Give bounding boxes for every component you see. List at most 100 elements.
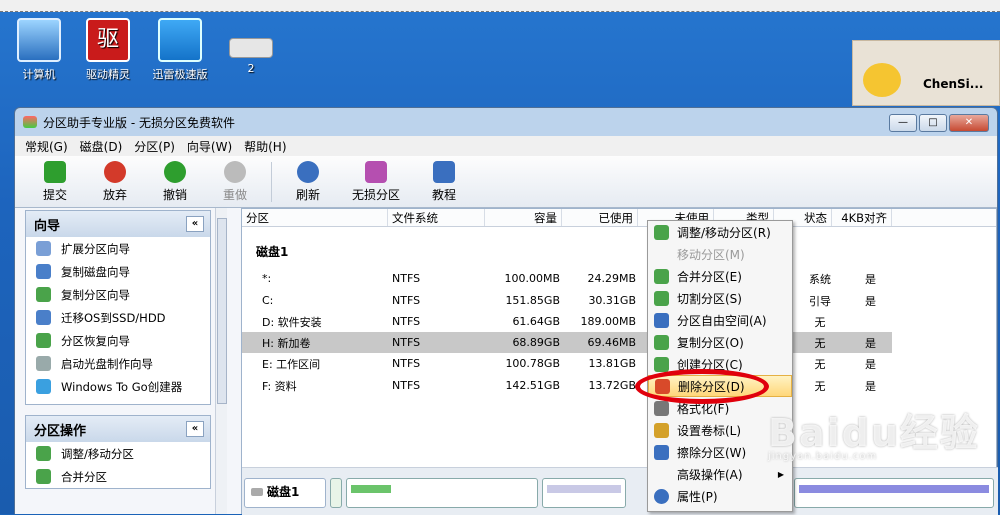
partition-icon: [365, 160, 387, 183]
discard-icon: [104, 160, 126, 183]
table-row[interactable]: C: NTFS 151.85GB 30.31GB 引导是: [242, 290, 892, 311]
usage-bar: [351, 485, 391, 493]
menu-item-allocate[interactable]: 分区自由空间(A): [648, 309, 792, 331]
extend-icon: [36, 241, 51, 256]
menu-disk[interactable]: 磁盘(D): [80, 138, 123, 155]
desktop-icon-2[interactable]: 2: [216, 18, 286, 75]
migrate-icon: [36, 310, 51, 325]
ops-title: 分区操作: [34, 423, 87, 439]
scrollbar-thumb[interactable]: [217, 218, 227, 404]
collapse-button[interactable]: «: [186, 216, 204, 232]
disk-map: 磁盘1: [242, 467, 998, 515]
table-row[interactable]: D: 软件安装 NTFS 61.64GB 189.00MB 无: [242, 311, 892, 332]
wizard-panel: 向导 « 扩展分区向导 复制磁盘向导 复制分区向导 迁移OS到SSD/HDD 分区…: [25, 210, 211, 405]
undo-button[interactable]: 撤销: [145, 160, 205, 203]
qq-name: ChenSi...: [923, 77, 984, 91]
qq-notification[interactable]: ChenSi...: [852, 40, 1000, 106]
disk-map-partition[interactable]: [330, 478, 342, 508]
col-4k-align[interactable]: 4KB对齐: [832, 209, 892, 226]
ops-item-merge[interactable]: 合并分区: [26, 465, 210, 488]
toolbar-separator: [271, 161, 272, 202]
desktop-icon-label: 驱动精灵: [86, 68, 130, 81]
table-row[interactable]: F: 资料 NTFS 142.51GB 13.72GB 无是: [242, 375, 892, 396]
submit-button[interactable]: 提交: [25, 160, 85, 203]
desktop-icon-computer[interactable]: 计算机: [4, 18, 74, 82]
collapse-button[interactable]: «: [186, 421, 204, 437]
driver-genius-icon: 驱: [86, 18, 130, 62]
wizard-item-bootable-cd[interactable]: 启动光盘制作向导: [26, 352, 210, 375]
partition-ops-panel: 分区操作 « 调整/移动分区 合并分区: [25, 415, 211, 489]
label-icon: [654, 422, 669, 438]
copy-icon: [654, 334, 669, 350]
red-highlight-ellipse: [635, 369, 769, 404]
left-pane-scrollbar[interactable]: [215, 208, 227, 514]
refresh-button[interactable]: 刷新: [278, 160, 338, 203]
maximize-button[interactable]: □: [919, 114, 947, 132]
wipe-icon: [654, 444, 669, 460]
desktop-icon-driver-genius[interactable]: 驱 驱动精灵: [73, 18, 143, 82]
redo-button[interactable]: 重做: [205, 160, 265, 203]
top-window-strip: [0, 0, 1000, 12]
disk-map-partition-f[interactable]: [794, 478, 994, 508]
close-button[interactable]: ✕: [949, 114, 989, 132]
cd-icon: [36, 356, 51, 371]
info-icon: [654, 488, 669, 504]
disk-map-partition-c[interactable]: [346, 478, 538, 508]
lossless-partition-button[interactable]: 无损分区: [338, 160, 414, 203]
menu-item-advanced[interactable]: 高级操作(A) ▶: [648, 463, 792, 485]
resize-icon: [654, 224, 669, 240]
allocate-icon: [654, 312, 669, 328]
disk-map-partition-d[interactable]: [542, 478, 626, 508]
menu-help[interactable]: 帮助(H): [244, 138, 286, 155]
menu-item-move[interactable]: 移动分区(M): [648, 243, 792, 265]
table-row-selected[interactable]: H: 新加卷 NTFS 68.89GB 69.46MB 无是: [242, 332, 892, 353]
wizard-item-copy-disk[interactable]: 复制磁盘向导: [26, 260, 210, 283]
menu-item-resize-move[interactable]: 调整/移动分区(R): [648, 221, 792, 243]
usage-bar: [799, 485, 989, 493]
copy-disk-icon: [36, 264, 51, 279]
undo-icon: [164, 160, 186, 183]
menu-general[interactable]: 常规(G): [25, 138, 68, 155]
menu-wizard[interactable]: 向导(W): [187, 138, 232, 155]
keyboard-icon: [229, 38, 273, 58]
wizard-item-windows-to-go[interactable]: Windows To Go创建器: [26, 375, 210, 398]
disk-map-disk1[interactable]: 磁盘1: [244, 478, 326, 508]
table-row[interactable]: *: NTFS 100.00MB 24.29MB 系统是: [242, 268, 892, 289]
format-icon: [654, 400, 669, 416]
minimize-button[interactable]: —: [889, 114, 917, 132]
col-capacity[interactable]: 容量: [485, 209, 562, 226]
wizard-item-migrate-os[interactable]: 迁移OS到SSD/HDD: [26, 306, 210, 329]
toolbar: 提交 放弃 撤销 重做 刷新 无损分区 教程: [15, 156, 997, 208]
menu-item-split[interactable]: 切割分区(S): [648, 287, 792, 309]
table-row[interactable]: E: 工作区间 NTFS 100.78GB 13.81GB 无是: [242, 353, 892, 374]
col-partition[interactable]: 分区: [242, 209, 388, 226]
wizard-item-copy-partition[interactable]: 复制分区向导: [26, 283, 210, 306]
desktop-icon-label: 计算机: [22, 68, 56, 81]
disk-icon: [251, 488, 263, 496]
tutorial-button[interactable]: 教程: [414, 160, 474, 203]
thunder-icon: [158, 18, 202, 62]
create-icon: [654, 356, 669, 372]
col-used[interactable]: 已使用: [562, 209, 638, 226]
desktop-icon-thunder[interactable]: 迅雷极速版: [145, 18, 215, 82]
menu-item-properties[interactable]: 属性(P): [648, 485, 792, 507]
partition-context-menu: 调整/移动分区(R) 移动分区(M) 合并分区(E) 切割分区(S) 分区自由空…: [647, 220, 793, 512]
recovery-icon: [36, 333, 51, 348]
menu-item-merge[interactable]: 合并分区(E): [648, 265, 792, 287]
wizard-item-extend[interactable]: 扩展分区向导: [26, 237, 210, 260]
qq-avatar: [863, 63, 901, 97]
ops-item-resize[interactable]: 调整/移动分区: [26, 442, 210, 465]
menu-bar: 常规(G) 磁盘(D) 分区(P) 向导(W) 帮助(H): [15, 136, 997, 156]
table-header: 分区 文件系统 容量 已使用 未使用 类型 状态 4KB对齐: [242, 209, 996, 227]
window-titlebar[interactable]: 分区助手专业版 - 无损分区免费软件: [15, 108, 997, 136]
col-filesystem[interactable]: 文件系统: [388, 209, 485, 226]
wizard-item-recovery[interactable]: 分区恢复向导: [26, 329, 210, 352]
copy-partition-icon: [36, 287, 51, 302]
window-body: 向导 « 扩展分区向导 复制磁盘向导 复制分区向导 迁移OS到SSD/HDD 分区…: [15, 208, 998, 515]
computer-icon: [17, 18, 61, 62]
menu-item-copy[interactable]: 复制分区(O): [648, 331, 792, 353]
menu-partition[interactable]: 分区(P): [134, 138, 175, 155]
desktop-icon-label: 迅雷极速版: [152, 68, 208, 81]
discard-button[interactable]: 放弃: [85, 160, 145, 203]
wizard-title: 向导: [34, 218, 61, 234]
